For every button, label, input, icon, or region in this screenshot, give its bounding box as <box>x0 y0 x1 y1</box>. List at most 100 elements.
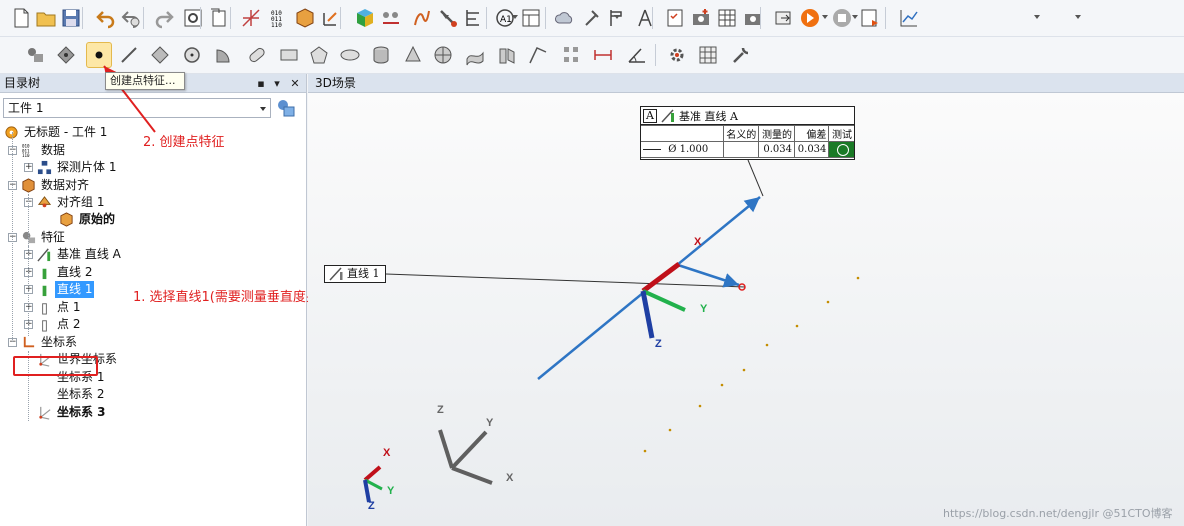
datum-line-icon <box>661 108 674 123</box>
dropdown-arrow-icon[interactable] <box>852 15 858 19</box>
angle-line-button[interactable] <box>525 42 551 68</box>
settings-gear-button[interactable] <box>664 42 690 68</box>
surface-button[interactable] <box>462 42 488 68</box>
measured-value: 0.034 <box>758 141 796 158</box>
arc-feature-button[interactable] <box>211 42 237 68</box>
tree-item[interactable]: + 直线 1 <box>24 281 95 298</box>
camera-add-button[interactable] <box>688 5 714 31</box>
toolbar-separator <box>230 7 231 29</box>
point-icon <box>36 300 52 316</box>
tooltip: 创建点特征... <box>105 72 185 90</box>
dropdown-arrow-icon[interactable] <box>512 15 518 19</box>
datum-callout[interactable]: A 基准 直线 A 名义的 测量的 偏差 测试 Ø 1.000 0.034 0.… <box>640 106 855 160</box>
save-icon <box>62 9 80 27</box>
tree-item-label: 基准 直线 A <box>57 247 121 261</box>
tree-item-label: 坐标系 3 <box>57 405 106 419</box>
cone-icon <box>405 45 421 62</box>
local-x-label: X <box>694 236 702 248</box>
compass-button[interactable] <box>632 5 658 31</box>
tree-item[interactable]: + 探测片体 1 <box>24 159 118 176</box>
distance-button[interactable] <box>590 42 616 68</box>
chart-button[interactable] <box>896 5 922 31</box>
tree-item[interactable]: − 特征 <box>8 229 67 246</box>
tree-item-label: 无标题 - 工件 1 <box>24 125 108 139</box>
plane-feature-button[interactable] <box>147 42 173 68</box>
slot-feature-button[interactable] <box>244 42 270 68</box>
tree-item[interactable]: −010 011 110 数据 <box>8 142 67 159</box>
dropdown-arrow-icon[interactable] <box>1034 15 1040 19</box>
dropdown-arrow-icon[interactable] <box>1075 15 1081 19</box>
camera-button[interactable] <box>740 5 766 31</box>
close-icon[interactable]: ✕ <box>288 74 302 93</box>
cylinder-button[interactable] <box>368 42 394 68</box>
dropdown-arrow-icon[interactable] <box>822 15 828 19</box>
export-icon <box>775 11 791 25</box>
tree-item[interactable]: 原始的 <box>58 211 117 228</box>
rectangle-slot-button[interactable] <box>276 42 302 68</box>
part-alignment-button[interactable] <box>292 5 318 31</box>
cube-solid-button[interactable] <box>352 5 378 31</box>
ellipse-button[interactable] <box>337 42 363 68</box>
points-feature-button[interactable] <box>53 42 79 68</box>
toolbar-separator <box>760 7 761 29</box>
polygon-button[interactable] <box>306 42 332 68</box>
save-button[interactable] <box>58 5 84 31</box>
coordinate-align-button[interactable] <box>238 5 264 31</box>
dropdown-arrow-icon[interactable] <box>443 15 449 19</box>
hand-tool-button[interactable] <box>578 5 604 31</box>
tree-item[interactable]: + 点 1 <box>24 299 82 316</box>
undo-history-button[interactable] <box>118 5 144 31</box>
tree-item[interactable]: + 直线 2 <box>24 264 94 281</box>
torus-icon <box>499 48 515 64</box>
redo-button[interactable] <box>151 5 177 31</box>
tree-item[interactable]: 坐标系 3 <box>24 404 108 421</box>
tree-item[interactable]: − 数据对齐 <box>8 177 91 194</box>
cloud-button[interactable] <box>552 5 578 31</box>
circle-feature-button[interactable] <box>179 42 205 68</box>
feature-group-button[interactable] <box>22 42 48 68</box>
angle-button[interactable] <box>624 42 650 68</box>
grid-feature-button[interactable] <box>695 42 721 68</box>
line-label-tag[interactable]: 直线 1 <box>324 265 386 283</box>
part-manager-button[interactable] <box>275 97 297 119</box>
tree-item[interactable]: 坐标系 2 <box>24 386 106 403</box>
tree-item[interactable]: − 对齐组 1 <box>24 194 106 211</box>
undo-button[interactable] <box>93 5 119 31</box>
line-feature-button[interactable] <box>116 42 142 68</box>
measure-points-button[interactable] <box>378 5 404 31</box>
dimension-tree-button[interactable] <box>461 5 487 31</box>
export-button[interactable] <box>770 5 796 31</box>
expand-toggle[interactable]: + <box>24 163 33 172</box>
torus-button[interactable] <box>494 42 520 68</box>
tree-item[interactable]: + 点 2 <box>24 316 82 333</box>
local-z-label: Z <box>655 338 662 350</box>
pattern-button[interactable] <box>558 42 584 68</box>
freeform-curve-button[interactable] <box>409 5 435 31</box>
window-grid-button[interactable] <box>518 5 544 31</box>
point-feature-button[interactable] <box>86 42 112 68</box>
pattern-icon <box>564 47 578 62</box>
new-file-button[interactable] <box>8 5 34 31</box>
sphere-button[interactable] <box>430 42 456 68</box>
tree-item[interactable]: 无标题 - 工件 1 <box>3 124 109 141</box>
table-button[interactable] <box>714 5 740 31</box>
coordinate-system-icon <box>20 335 36 351</box>
chevron-down-icon[interactable]: ▾ <box>270 74 284 93</box>
record-button[interactable] <box>857 5 883 31</box>
callout-table: 名义的 测量的 偏差 测试 Ø 1.000 0.034 0.034 <box>641 125 854 158</box>
line-icon <box>36 265 52 281</box>
dropdown-arrow-icon[interactable] <box>614 15 620 19</box>
pin-icon[interactable]: ▪ <box>254 74 268 93</box>
open-folder-button[interactable] <box>33 5 59 31</box>
clipboard-button[interactable] <box>206 5 232 31</box>
tools-button[interactable] <box>728 42 754 68</box>
tree-item[interactable]: + 基准 直线 A <box>24 246 123 263</box>
part-select[interactable]: 工件 1 <box>3 98 271 118</box>
cone-button[interactable] <box>400 42 426 68</box>
binary-data-button[interactable]: 010 011 110 <box>266 5 292 31</box>
checklist-button[interactable] <box>662 5 688 31</box>
tree-item[interactable]: − 坐标系 <box>8 334 79 351</box>
settings-button[interactable] <box>180 5 206 31</box>
play-button[interactable] <box>797 5 823 31</box>
tree-item-label: 点 1 <box>57 300 81 314</box>
